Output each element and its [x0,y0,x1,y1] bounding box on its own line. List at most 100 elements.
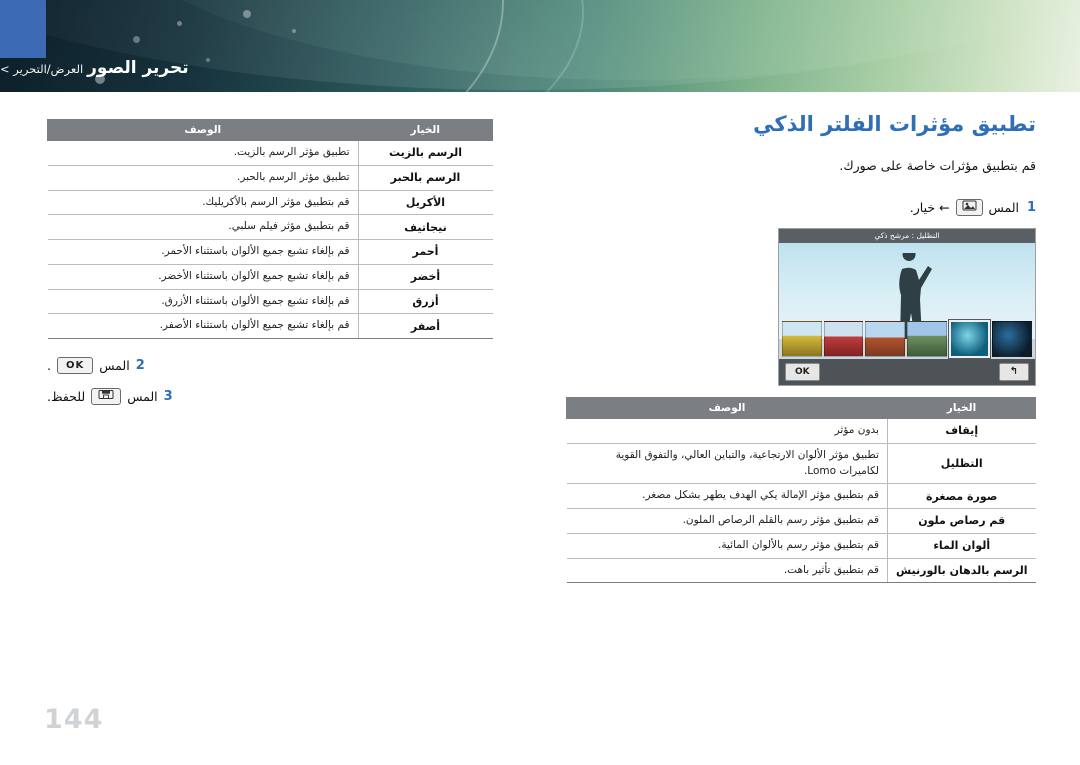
cell-option: ألوان الماء [886,533,1036,559]
table-left: الخيار الوصف الرسم بالزيت تطبيق مؤثر الر… [47,119,493,339]
table-row: أصفر قم بإلغاء تشبع جميع الألوان باستثنا… [47,313,493,339]
cell-description: قم بتطبيق تأثير باهت. [566,558,888,584]
cell-description: قم بتطبيق مؤثر فيلم سلبي. [47,214,358,240]
table-right-head: الخيار الوصف [566,397,1037,419]
cell-option: الرسم بالزيت [357,140,493,166]
cell-description: قم بتطبيق مؤثر رسم بالألوان المائية. [566,533,888,559]
filter-thumb-3[interactable] [906,321,947,357]
table-row: الرسم بالدهان بالورنيش قم بتطبيق تأثير ب… [566,558,1036,584]
cell-description: قم بتطبيق مؤثر رسم بالقلم الرصاص الملون. [566,508,888,534]
step-1: 1 المس ← خيار. [566,199,1036,216]
intro-text: قم بتطبيق مؤثرات خاصة على صورك. [839,158,1036,173]
cell-option: صورة مصغرة [886,483,1036,509]
page-header-banner: تحرير الصور العرض/التحرير > [0,0,1080,92]
table-row: إيقاف بدون مؤثر [566,418,1036,444]
col-header-option: الخيار [357,119,493,141]
col-header-option: الخيار [886,397,1037,419]
cell-description: قم بإلغاء تشبع جميع الألوان باستثناء الأ… [47,264,358,290]
step-text: المس [988,200,1019,215]
filter-options-table: الخيار الوصف إيقاف بدون مؤثر التظليل تطب… [566,397,1037,584]
page-number: 144 [44,704,104,735]
table-row: الرسم بالحبر تطبيق مؤثر الرسم بالحبر. [47,165,493,191]
lcd-back-button[interactable]: ↰ [998,363,1029,381]
step-text: المس [127,389,158,404]
breadcrumb-sub: العرض/التحرير > [0,62,84,76]
step-suffix: . [47,358,51,373]
lcd-title-bar: التظليل : مرشح ذكي [779,229,1035,243]
smart-filter-icon-glyph [962,200,977,211]
table-header-row: الخيار الوصف [566,397,1037,419]
table-row: التظليل تطبيق مؤثر الألوان الارتجاعية، و… [566,443,1036,485]
main-section: تطبيق مؤثرات الفلتر الذكي قم بتطبيق مؤثر… [566,112,1036,386]
cell-option: أزرق [357,289,493,315]
table-row: قم رصاص ملون قم بتطبيق مؤثر رسم بالقلم ا… [566,508,1036,534]
cell-description: قم بتطبيق مؤثر الإمالة يكي الهدف يطهر بش… [566,483,888,509]
step-number: 2 [135,358,145,373]
cell-description: تطبيق مؤثر الألوان الارتجاعية، والتباين … [566,443,888,485]
cell-option: قم رصاص ملون [886,508,1036,534]
filter-options-table-continued: الخيار الوصف الرسم بالزيت تطبيق مؤثر الر… [47,119,493,339]
cell-description: بدون مؤثر [566,418,888,444]
steps-list-left: 2 المس OK . 3 المس للحفظ. [47,357,493,419]
table-right: الخيار الوصف إيقاف بدون مؤثر التظليل تطب… [566,397,1037,584]
table-right-body: إيقاف بدون مؤثر التظليل تطبيق مؤثر الألو… [566,418,1036,584]
cell-option: التظليل [886,443,1036,485]
filter-thumb-6[interactable] [781,321,822,357]
table-row: نيجاتيف قم بتطبيق مؤثر فيلم سلبي. [47,214,493,240]
cell-description: قم بتطبيق مؤثر الرسم بالأكريليك. [47,190,358,216]
table-row: صورة مصغرة قم بتطبيق مؤثر الإمالة يكي ال… [566,483,1036,509]
cell-option: الرسم بالدهان بالورنيش [886,558,1036,584]
camera-screen-mock: التظليل : مرشح ذكي ↰ OK [778,228,1036,386]
breadcrumb: تحرير الصور العرض/التحرير > [0,58,1035,78]
step-text: المس [99,358,130,373]
cell-description: قم بإلغاء تشبع جميع الألوان باستثناء الأ… [47,313,358,339]
lcd-bottom-bar: ↰ OK [779,359,1035,385]
page-title: تطبيق مؤثرات الفلتر الذكي [753,112,1036,136]
table-header-row: الخيار الوصف [47,119,493,141]
table-row: أحمر قم بإلغاء تشبع جميع الألوان باستثنا… [47,239,493,265]
col-header-description: الوصف [566,397,888,419]
table-row: أزرق قم بإلغاء تشبع جميع الألوان باستثنا… [47,289,493,315]
save-button-icon [91,388,122,405]
banner-dot [243,10,251,18]
blue-corner-tab [0,0,46,58]
table-row: الرسم بالزيت تطبيق مؤثر الرسم بالزيت. [47,140,493,166]
breadcrumb-main: تحرير الصور [87,58,189,78]
cell-description: قم بإلغاء تشبع جميع الألوان باستثناء الأ… [47,289,358,315]
table-left-head: الخيار الوصف [47,119,493,141]
table-row: أخضر قم بإلغاء تشبع جميع الألوان باستثنا… [47,264,493,290]
step-suffix: للحفظ. [47,389,86,404]
save-icon-glyph [98,390,114,399]
page-body: الخيار الوصف الرسم بالزيت تطبيق مؤثر الر… [0,92,1080,765]
filter-thumb-2-selected[interactable] [947,319,992,359]
ok-button-icon: OK [56,357,94,374]
table-row: ألوان الماء قم بتطبيق مؤثر رسم بالألوان … [566,533,1036,559]
step-suffix: ← خيار. [909,200,950,215]
filter-thumb-5[interactable] [823,321,864,357]
cell-option: الرسم بالحبر [357,165,493,191]
step-2: 2 المس OK . [47,357,493,374]
cell-option: أصفر [357,313,493,339]
table-left-body: الرسم بالزيت تطبيق مؤثر الرسم بالزيت. ال… [47,140,493,339]
cell-description: تطبيق مؤثر الرسم بالحبر. [47,165,358,191]
banner-dot [292,29,296,33]
cell-option: الأكريل [357,190,493,216]
banner-dot [133,36,140,43]
filter-thumbnail-strip[interactable] [779,319,1035,359]
banner-arc-2 [0,0,584,92]
lcd-ok-button[interactable]: OK [785,363,820,381]
step-number: 1 [1026,200,1036,215]
banner-dot [177,21,182,26]
col-header-description: الوصف [47,119,359,141]
smart-filter-icon [955,199,983,216]
filter-thumb-1[interactable] [992,321,1032,357]
filter-thumb-4[interactable] [865,321,905,357]
cell-option: إيقاف [886,418,1036,444]
step-number: 3 [163,389,173,404]
step-3: 3 المس للحفظ. [47,388,493,405]
cell-description: قم بإلغاء تشبع جميع الألوان باستثناء الأ… [47,239,358,265]
cell-description: تطبيق مؤثر الرسم بالزيت. [47,140,358,166]
table-row: الأكريل قم بتطبيق مؤثر الرسم بالأكريليك. [47,190,493,216]
cell-option: أخضر [357,264,493,290]
cell-option: أحمر [357,239,493,265]
